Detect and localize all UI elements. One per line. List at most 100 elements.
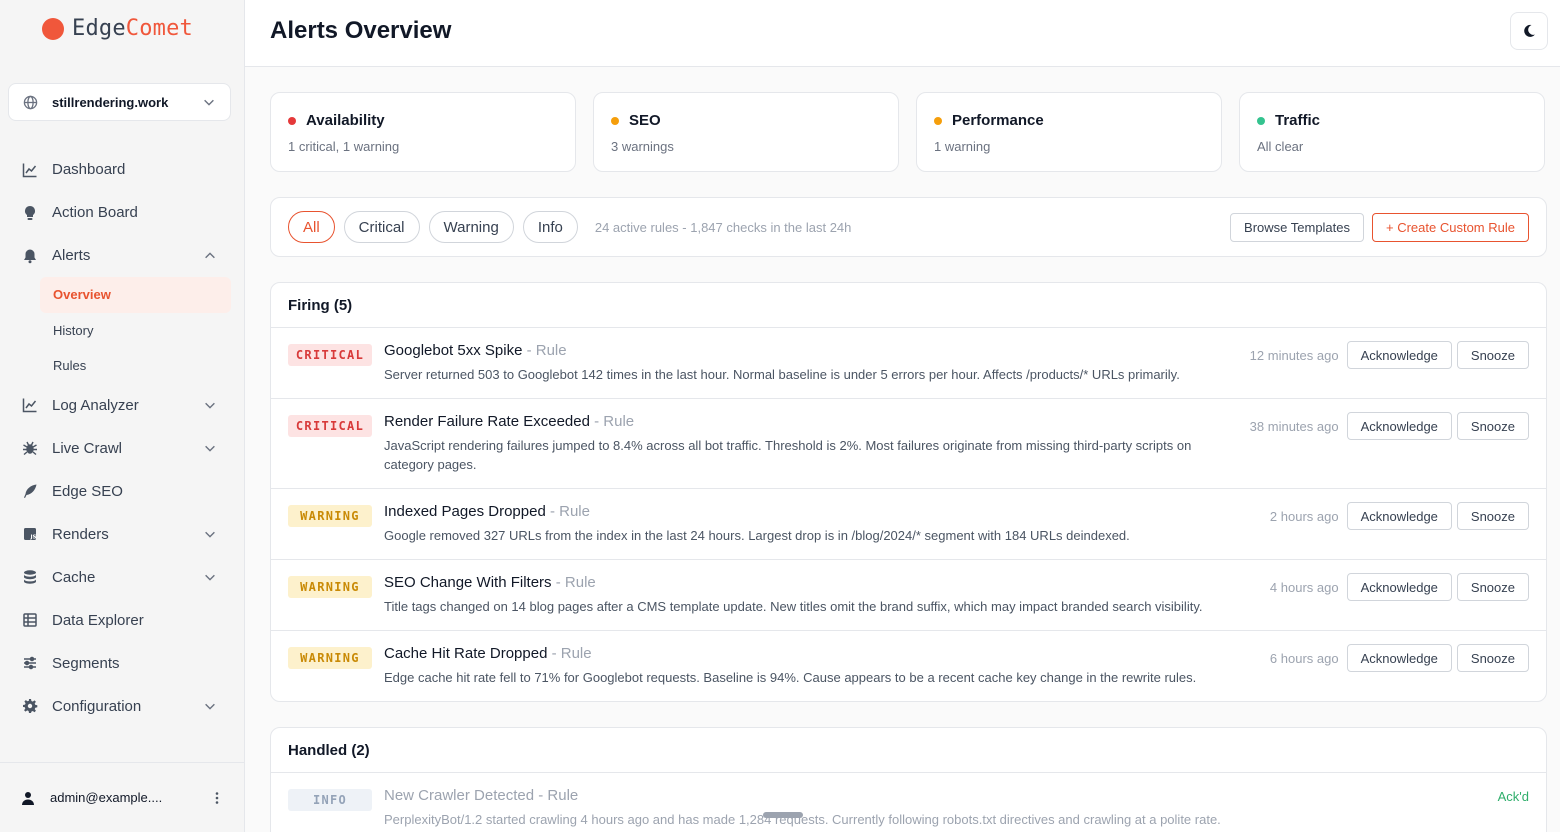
alert-description: Edge cache hit rate fell to 71% for Goog… <box>384 670 1197 685</box>
alert-title[interactable]: Render Failure Rate Exceeded <box>384 413 590 430</box>
alert-row: WARNING Indexed Pages Dropped - Rule Goo… <box>271 489 1546 560</box>
alert-description: JavaScript rendering failures jumped to … <box>384 438 1192 472</box>
acknowledge-button[interactable]: Acknowledge <box>1346 502 1452 530</box>
sidebar: EdgeComet stillrendering.work Dashboard … <box>0 0 245 832</box>
nav-item-action-board[interactable]: Action Board <box>8 191 231 234</box>
chevron-up-icon <box>205 251 215 258</box>
database-icon <box>24 570 36 584</box>
card-subtitle: All clear <box>1257 139 1304 154</box>
card-subtitle: 1 critical, 1 warning <box>288 139 400 154</box>
nav-item-alerts[interactable]: Alerts <box>8 234 231 277</box>
card-subtitle: 3 warnings <box>611 139 674 154</box>
alert-type: - Rule <box>526 342 567 359</box>
alert-type: - Rule <box>555 574 596 591</box>
filter-chip-critical[interactable]: Critical <box>343 211 420 243</box>
app-logo[interactable]: EdgeComet <box>42 16 193 41</box>
acknowledged-status: Ack'd <box>1497 789 1529 804</box>
nav-label-action-board: Action Board <box>52 204 138 221</box>
summary-card-seo[interactable]: SEO 3 warnings <box>593 92 899 172</box>
acknowledge-button[interactable]: Acknowledge <box>1346 573 1452 601</box>
nav-item-edge-seo[interactable]: Edge SEO <box>8 470 231 513</box>
nav-subitem-history[interactable]: History <box>40 313 231 349</box>
acknowledge-button[interactable]: Acknowledge <box>1346 412 1452 440</box>
alert-description: Google removed 327 URLs from the index i… <box>384 528 1130 543</box>
acknowledge-button[interactable]: Acknowledge <box>1346 644 1452 672</box>
nav-item-data-explorer[interactable]: Data Explorer <box>8 599 231 642</box>
theme-toggle-button[interactable] <box>1510 12 1548 50</box>
alert-row: CRITICAL Googlebot 5xx Spike - Rule Serv… <box>271 328 1546 399</box>
site-selector[interactable]: stillrendering.work <box>8 83 231 121</box>
browse-templates-button[interactable]: Browse Templates <box>1230 212 1365 242</box>
nav-item-dashboard[interactable]: Dashboard <box>8 148 231 191</box>
nav-item-configuration[interactable]: Configuration <box>8 685 231 728</box>
card-title: Performance <box>952 112 1044 129</box>
nav-item-cache[interactable]: Cache <box>8 556 231 599</box>
chevron-down-icon <box>205 445 215 452</box>
nav-item-live-crawl[interactable]: Live Crawl <box>8 427 231 470</box>
create-custom-rule-button[interactable]: + Create Custom Rule <box>1372 212 1529 242</box>
alert-title[interactable]: Googlebot 5xx Spike <box>384 342 522 359</box>
snooze-button[interactable]: Snooze <box>1456 644 1529 672</box>
summary-cards: Availability 1 critical, 1 warning SEO 3… <box>270 92 1547 172</box>
alert-time: 2 hours ago <box>1269 509 1339 524</box>
nav-item-log-analyzer[interactable]: Log Analyzer <box>8 384 231 427</box>
more-vertical-icon[interactable] <box>209 790 225 806</box>
rules-summary: 24 active rules - 1,847 checks in the la… <box>594 219 852 235</box>
nav-label-cache: Cache <box>52 568 96 586</box>
chevron-down-icon <box>204 99 214 106</box>
summary-card-traffic[interactable]: Traffic All clear <box>1239 92 1545 172</box>
firing-section: Firing (5) CRITICAL Googlebot 5xx Spike … <box>270 282 1547 702</box>
page-title: Alerts Overview <box>270 17 452 44</box>
alert-title[interactable]: New Crawler Detected <box>384 787 534 804</box>
alert-time: 6 hours ago <box>1269 651 1339 666</box>
alert-title[interactable]: Indexed Pages Dropped <box>384 503 546 520</box>
site-selector-value: stillrendering.work <box>52 94 169 110</box>
sliders-icon <box>24 656 36 670</box>
nav-subitem-rules[interactable]: Rules <box>40 348 231 384</box>
summary-card-availability[interactable]: Availability 1 critical, 1 warning <box>270 92 576 172</box>
acknowledge-button[interactable]: Acknowledge <box>1346 341 1452 369</box>
snooze-button[interactable]: Snooze <box>1456 502 1529 530</box>
user-footer: admin@example.... <box>0 762 245 832</box>
svg-text:JS: JS <box>30 535 37 541</box>
alert-title[interactable]: Cache Hit Rate Dropped <box>384 645 547 662</box>
snooze-button[interactable]: Snooze <box>1456 573 1529 601</box>
logo-mark-icon <box>42 17 64 40</box>
nav-subitem-overview[interactable]: Overview <box>40 277 231 313</box>
status-dot <box>611 116 619 125</box>
main-content: Availability 1 critical, 1 warning SEO 3… <box>270 92 1547 832</box>
section-title: Firing (5) <box>271 283 1546 328</box>
card-title: Availability <box>306 112 385 129</box>
severity-badge: WARNING <box>288 647 372 669</box>
table-icon <box>23 613 37 627</box>
moon-icon <box>1524 24 1535 37</box>
chevron-down-icon <box>205 531 215 538</box>
severity-badge: CRITICAL <box>288 344 372 366</box>
alert-type: - Rule <box>549 503 590 520</box>
top-header: Alerts Overview <box>245 0 1560 67</box>
nav-label-renders: Renders <box>52 525 109 543</box>
lightbulb-icon <box>25 205 35 220</box>
gear-icon <box>23 699 38 713</box>
nav-label-data-explorer: Data Explorer <box>52 611 144 629</box>
alert-type: - Rule <box>594 413 635 430</box>
alert-row: CRITICAL Render Failure Rate Exceeded - … <box>271 399 1546 489</box>
spider-icon <box>23 441 37 456</box>
alert-title[interactable]: SEO Change With Filters <box>384 574 552 591</box>
snooze-button[interactable]: Snooze <box>1456 341 1529 369</box>
nav-label-log-analyzer: Log Analyzer <box>52 396 139 414</box>
main-nav: Dashboard Action Board Alerts Overview H… <box>8 148 231 728</box>
nav-item-renders[interactable]: JS Renders <box>8 513 231 556</box>
chevron-down-icon <box>205 574 215 581</box>
alert-row: WARNING SEO Change With Filters - Rule T… <box>271 560 1546 631</box>
snooze-button[interactable]: Snooze <box>1456 412 1529 440</box>
filter-chip-warning[interactable]: Warning <box>428 211 514 243</box>
chart-line-icon <box>22 163 37 177</box>
filter-chip-all[interactable]: All <box>288 211 335 243</box>
scroll-handle[interactable] <box>763 812 803 818</box>
summary-card-performance[interactable]: Performance 1 warning <box>916 92 1222 172</box>
filter-chip-info[interactable]: Info <box>522 211 578 243</box>
nav-label-configuration: Configuration <box>52 697 142 715</box>
nav-item-segments[interactable]: Segments <box>8 642 231 685</box>
severity-badge: INFO <box>288 789 372 811</box>
